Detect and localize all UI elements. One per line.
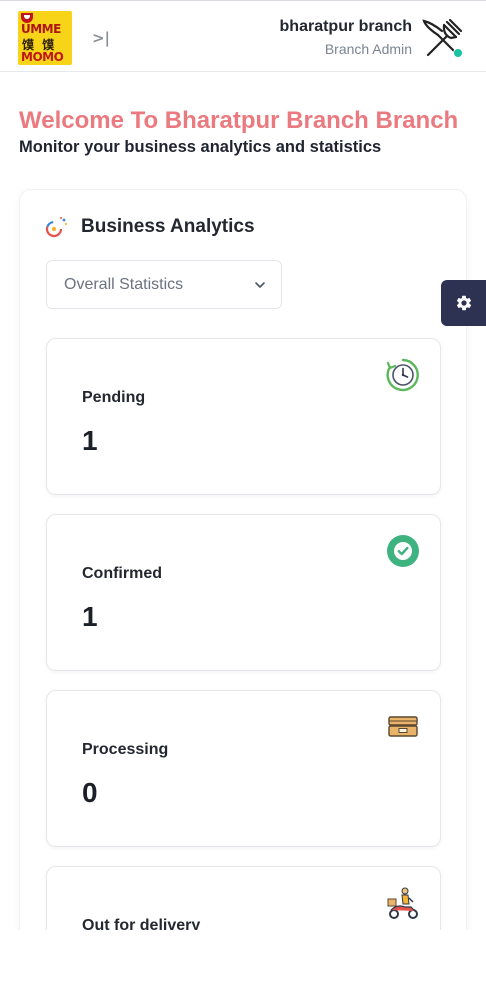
stat-label: Processing xyxy=(82,741,169,758)
stat-value: 1 xyxy=(82,425,98,456)
online-status-dot xyxy=(453,48,463,58)
viewport: UMME 馍 馍 MOMO >| bharatpur branch Branch… xyxy=(0,0,486,930)
stat-value: 1 xyxy=(82,601,98,632)
user-role: Branch Admin xyxy=(324,41,412,57)
sidebar-collapse-icon: >| xyxy=(91,29,111,47)
stat-card-pending[interactable]: Pending 1 xyxy=(46,338,441,495)
stat-card-processing[interactable]: Processing 0 xyxy=(46,690,441,847)
bottom-blank-area xyxy=(0,930,486,1000)
statistics-filter-select[interactable]: Overall Statistics xyxy=(46,260,282,309)
delivery-scooter-icon xyxy=(387,887,418,919)
branch-name: bharatpur branch xyxy=(279,18,412,35)
gear-icon xyxy=(456,295,471,311)
page-title: Welcome To Bharatpur Branch Branch xyxy=(19,107,459,134)
sidebar-collapse-button[interactable]: >| xyxy=(90,27,112,49)
analytics-icon xyxy=(45,217,68,238)
stat-card-confirmed[interactable]: Confirmed 1 xyxy=(46,514,441,671)
chevron-down-icon xyxy=(255,282,265,288)
stat-label: Out for delivery xyxy=(82,917,201,930)
analytics-title: Business Analytics xyxy=(81,216,255,237)
stat-label: Pending xyxy=(82,389,146,406)
logo-text-line-3: MOMO xyxy=(21,50,64,64)
page-subtitle: Monitor your business analytics and stat… xyxy=(19,138,382,156)
box-icon xyxy=(388,716,418,737)
check-circle-icon xyxy=(387,535,419,567)
stat-card-out-for-delivery[interactable]: Out for delivery xyxy=(46,866,441,930)
stat-label: Confirmed xyxy=(82,565,162,582)
statistics-filter-value: Overall Statistics xyxy=(64,276,184,293)
clock-icon xyxy=(386,358,419,392)
settings-button[interactable] xyxy=(441,280,486,326)
top-header: UMME 馍 馍 MOMO >| bharatpur branch Branch… xyxy=(0,1,486,72)
logo-text-line-1: UMME xyxy=(21,22,61,36)
stat-value: 0 xyxy=(82,777,98,808)
brand-logo[interactable]: UMME 馍 馍 MOMO xyxy=(18,11,72,65)
